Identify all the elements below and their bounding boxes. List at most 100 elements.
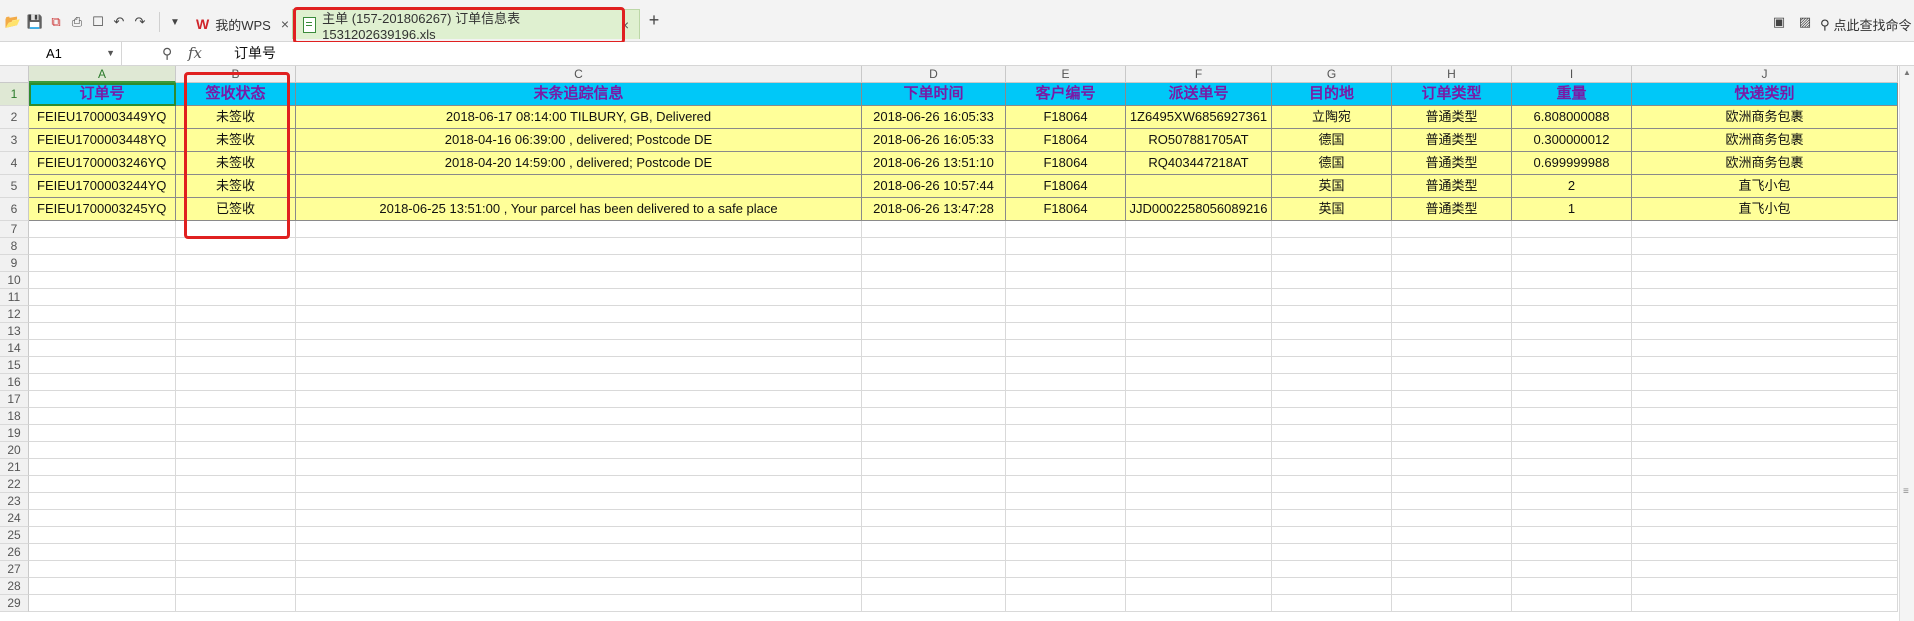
empty-cell[interactable] bbox=[862, 544, 1006, 561]
empty-cell[interactable] bbox=[1126, 357, 1272, 374]
empty-cell[interactable] bbox=[1632, 425, 1898, 442]
header-cell[interactable]: 客户编号 bbox=[1006, 83, 1126, 106]
table-cell[interactable]: FEIEU1700003246YQ bbox=[29, 152, 176, 175]
table-cell[interactable]: 2018-06-17 08:14:00 TILBURY, GB, Deliver… bbox=[296, 106, 862, 129]
empty-cell[interactable] bbox=[862, 561, 1006, 578]
empty-cell[interactable] bbox=[296, 323, 862, 340]
empty-cell[interactable] bbox=[862, 459, 1006, 476]
empty-cell[interactable] bbox=[176, 493, 296, 510]
empty-cell[interactable] bbox=[176, 527, 296, 544]
table-cell[interactable]: 欧洲商务包裹 bbox=[1632, 106, 1898, 129]
row-header[interactable]: 25 bbox=[0, 527, 29, 544]
empty-cell[interactable] bbox=[1006, 289, 1126, 306]
empty-cell[interactable] bbox=[1632, 527, 1898, 544]
empty-cell[interactable] bbox=[1392, 595, 1512, 612]
empty-cell[interactable] bbox=[296, 510, 862, 527]
row-header[interactable]: 15 bbox=[0, 357, 29, 374]
empty-cell[interactable] bbox=[176, 459, 296, 476]
empty-cell[interactable] bbox=[1632, 357, 1898, 374]
empty-cell[interactable] bbox=[29, 391, 176, 408]
empty-cell[interactable] bbox=[296, 561, 862, 578]
table-cell[interactable]: 德国 bbox=[1272, 129, 1392, 152]
empty-cell[interactable] bbox=[1272, 561, 1392, 578]
empty-cell[interactable] bbox=[296, 255, 862, 272]
row-header[interactable]: 19 bbox=[0, 425, 29, 442]
empty-cell[interactable] bbox=[1632, 510, 1898, 527]
empty-cell[interactable] bbox=[1512, 306, 1632, 323]
select-all-corner[interactable] bbox=[0, 66, 29, 83]
empty-cell[interactable] bbox=[1392, 221, 1512, 238]
empty-cell[interactable] bbox=[1392, 391, 1512, 408]
empty-cell[interactable] bbox=[862, 391, 1006, 408]
empty-cell[interactable] bbox=[862, 306, 1006, 323]
table-cell[interactable]: 2018-06-26 16:05:33 bbox=[862, 106, 1006, 129]
empty-cell[interactable] bbox=[176, 595, 296, 612]
column-header-f[interactable]: F bbox=[1126, 66, 1272, 83]
empty-cell[interactable] bbox=[1272, 527, 1392, 544]
empty-cell[interactable] bbox=[862, 289, 1006, 306]
table-cell[interactable]: F18064 bbox=[1006, 175, 1126, 198]
empty-cell[interactable] bbox=[296, 289, 862, 306]
column-header-c[interactable]: C bbox=[296, 66, 862, 83]
empty-cell[interactable] bbox=[176, 306, 296, 323]
header-cell[interactable]: 重量 bbox=[1512, 83, 1632, 106]
empty-cell[interactable] bbox=[1126, 442, 1272, 459]
empty-cell[interactable] bbox=[862, 408, 1006, 425]
empty-cell[interactable] bbox=[176, 544, 296, 561]
empty-cell[interactable] bbox=[296, 595, 862, 612]
column-header-e[interactable]: E bbox=[1006, 66, 1126, 83]
scroll-grip-icon[interactable]: ≡ bbox=[1903, 486, 1909, 497]
empty-cell[interactable] bbox=[1272, 493, 1392, 510]
empty-cell[interactable] bbox=[1392, 459, 1512, 476]
empty-cell[interactable] bbox=[29, 544, 176, 561]
empty-cell[interactable] bbox=[1512, 578, 1632, 595]
row-header[interactable]: 24 bbox=[0, 510, 29, 527]
row-header[interactable]: 2 bbox=[0, 106, 29, 129]
empty-cell[interactable] bbox=[1512, 459, 1632, 476]
table-cell[interactable]: 2018-06-26 16:05:33 bbox=[862, 129, 1006, 152]
empty-cell[interactable] bbox=[1392, 238, 1512, 255]
close-icon[interactable]: × bbox=[281, 16, 289, 32]
empty-cell[interactable] bbox=[1006, 357, 1126, 374]
empty-cell[interactable] bbox=[1272, 510, 1392, 527]
function-icon[interactable]: fx bbox=[188, 44, 202, 62]
empty-cell[interactable] bbox=[1632, 442, 1898, 459]
empty-cell[interactable] bbox=[1632, 221, 1898, 238]
table-cell[interactable]: FEIEU1700003448YQ bbox=[29, 129, 176, 152]
empty-cell[interactable] bbox=[1512, 323, 1632, 340]
empty-cell[interactable] bbox=[29, 459, 176, 476]
empty-cell[interactable] bbox=[1006, 476, 1126, 493]
empty-cell[interactable] bbox=[1126, 289, 1272, 306]
empty-cell[interactable] bbox=[176, 425, 296, 442]
empty-cell[interactable] bbox=[29, 493, 176, 510]
empty-cell[interactable] bbox=[1126, 408, 1272, 425]
empty-cell[interactable] bbox=[1512, 561, 1632, 578]
empty-cell[interactable] bbox=[1632, 578, 1898, 595]
name-box[interactable]: A1 ▼ bbox=[0, 42, 122, 65]
empty-cell[interactable] bbox=[1126, 221, 1272, 238]
empty-cell[interactable] bbox=[1006, 255, 1126, 272]
empty-cell[interactable] bbox=[1272, 544, 1392, 561]
save-icon[interactable]: 💾 bbox=[26, 14, 44, 30]
empty-cell[interactable] bbox=[1512, 374, 1632, 391]
empty-cell[interactable] bbox=[1006, 391, 1126, 408]
empty-cell[interactable] bbox=[176, 323, 296, 340]
header-cell[interactable]: 派送单号 bbox=[1126, 83, 1272, 106]
empty-cell[interactable] bbox=[862, 578, 1006, 595]
empty-cell[interactable] bbox=[1272, 255, 1392, 272]
table-cell[interactable]: 普通类型 bbox=[1392, 106, 1512, 129]
empty-cell[interactable] bbox=[176, 578, 296, 595]
row-header[interactable]: 17 bbox=[0, 391, 29, 408]
empty-cell[interactable] bbox=[1272, 340, 1392, 357]
empty-cell[interactable] bbox=[1272, 289, 1392, 306]
empty-cell[interactable] bbox=[29, 289, 176, 306]
empty-cell[interactable] bbox=[1512, 476, 1632, 493]
empty-cell[interactable] bbox=[1512, 510, 1632, 527]
empty-cell[interactable] bbox=[29, 408, 176, 425]
empty-cell[interactable] bbox=[1632, 391, 1898, 408]
empty-cell[interactable] bbox=[29, 527, 176, 544]
open-folder-icon[interactable]: 📂 bbox=[4, 14, 22, 30]
empty-cell[interactable] bbox=[1006, 425, 1126, 442]
empty-cell[interactable] bbox=[1392, 578, 1512, 595]
row-header[interactable]: 27 bbox=[0, 561, 29, 578]
